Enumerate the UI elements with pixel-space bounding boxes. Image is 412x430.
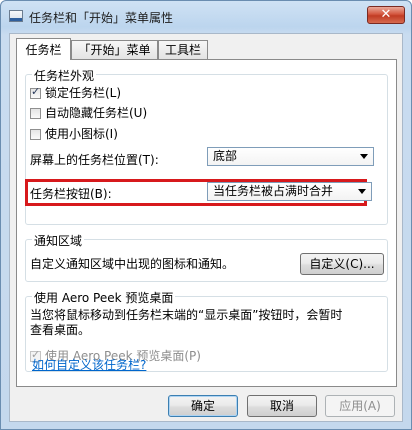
- group-title-appearance: 任务栏外观: [32, 67, 97, 84]
- group-taskbar-appearance: 任务栏外观 锁定任务栏(L) 自动隐藏任务栏(U) 使用小图标(I) 屏幕上的任…: [25, 67, 388, 225]
- close-button[interactable]: ✕: [367, 6, 405, 24]
- tab-start-menu[interactable]: 「开始」菜单: [71, 40, 158, 59]
- position-label: 屏幕上的任务栏位置(T):: [30, 153, 159, 167]
- small-icons-checkbox[interactable]: 使用小图标(I): [30, 125, 118, 142]
- aero-peek-description-line2: 查看桌面。: [30, 323, 91, 337]
- customize-button[interactable]: 自定义(C)...: [300, 253, 384, 275]
- lock-taskbar-label: 锁定任务栏(L): [45, 86, 122, 100]
- aero-peek-description-line1: 当您将鼠标移动到任务栏末端的“显示桌面”按钮时，会暂时: [30, 308, 343, 322]
- group-title-notification: 通知区域: [32, 232, 85, 249]
- position-dropdown[interactable]: 底部: [207, 147, 374, 166]
- help-link[interactable]: 如何自定义该任务栏?: [32, 356, 146, 373]
- window-title: 任务栏和「开始」菜单属性: [29, 11, 174, 25]
- dialog-client-area: 任务栏 「开始」菜单 工具栏 任务栏外观 锁定任务栏(L) 自动隐藏任务栏(U)…: [9, 33, 403, 422]
- chevron-down-icon: [358, 189, 366, 194]
- window-app-icon: [9, 10, 23, 22]
- small-icons-check-icon[interactable]: [30, 129, 41, 140]
- cancel-button[interactable]: 取消: [247, 395, 317, 417]
- chevron-down-icon: [360, 154, 368, 159]
- aero-peek-description: 当您将鼠标移动到任务栏末端的“显示桌面”按钮时，会暂时 查看桌面。: [30, 308, 386, 338]
- autohide-taskbar-checkbox[interactable]: 自动隐藏任务栏(U): [30, 104, 147, 121]
- position-dropdown-value: 底部: [213, 149, 238, 163]
- notification-description: 自定义通知区域中出现的图标和通知。: [30, 257, 235, 271]
- taskbar-properties-dialog: 任务栏和「开始」菜单属性 ✕ 任务栏 「开始」菜单 工具栏 任务栏外观 锁定任务…: [0, 0, 412, 430]
- apply-button[interactable]: 应用(A): [325, 395, 395, 417]
- tab-taskbar[interactable]: 任务栏: [16, 38, 71, 60]
- taskbar-buttons-dropdown-value: 当任务栏被占满时合并: [213, 184, 334, 198]
- title-bar[interactable]: 任务栏和「开始」菜单属性 ✕: [1, 1, 411, 33]
- taskbar-buttons-dropdown[interactable]: 当任务栏被占满时合并: [207, 182, 372, 201]
- group-title-aero-peek: 使用 Aero Peek 预览桌面: [32, 289, 176, 306]
- tab-toolbars[interactable]: 工具栏: [158, 40, 208, 59]
- autohide-label: 自动隐藏任务栏(U): [45, 106, 148, 120]
- autohide-check-icon[interactable]: [30, 108, 41, 119]
- group-notification-area: 通知区域 自定义通知区域中出现的图标和通知。 自定义(C)...: [25, 232, 388, 282]
- lock-taskbar-check-icon[interactable]: [30, 85, 41, 99]
- lock-taskbar-checkbox[interactable]: 锁定任务栏(L): [30, 84, 121, 101]
- ok-button[interactable]: 确定: [168, 395, 238, 417]
- close-icon: ✕: [380, 7, 392, 22]
- small-icons-label: 使用小图标(I): [45, 127, 118, 141]
- tab-panel-taskbar: 任务栏外观 锁定任务栏(L) 自动隐藏任务栏(U) 使用小图标(I) 屏幕上的任…: [16, 59, 397, 387]
- taskbar-buttons-label: 任务栏按钮(B):: [30, 187, 112, 201]
